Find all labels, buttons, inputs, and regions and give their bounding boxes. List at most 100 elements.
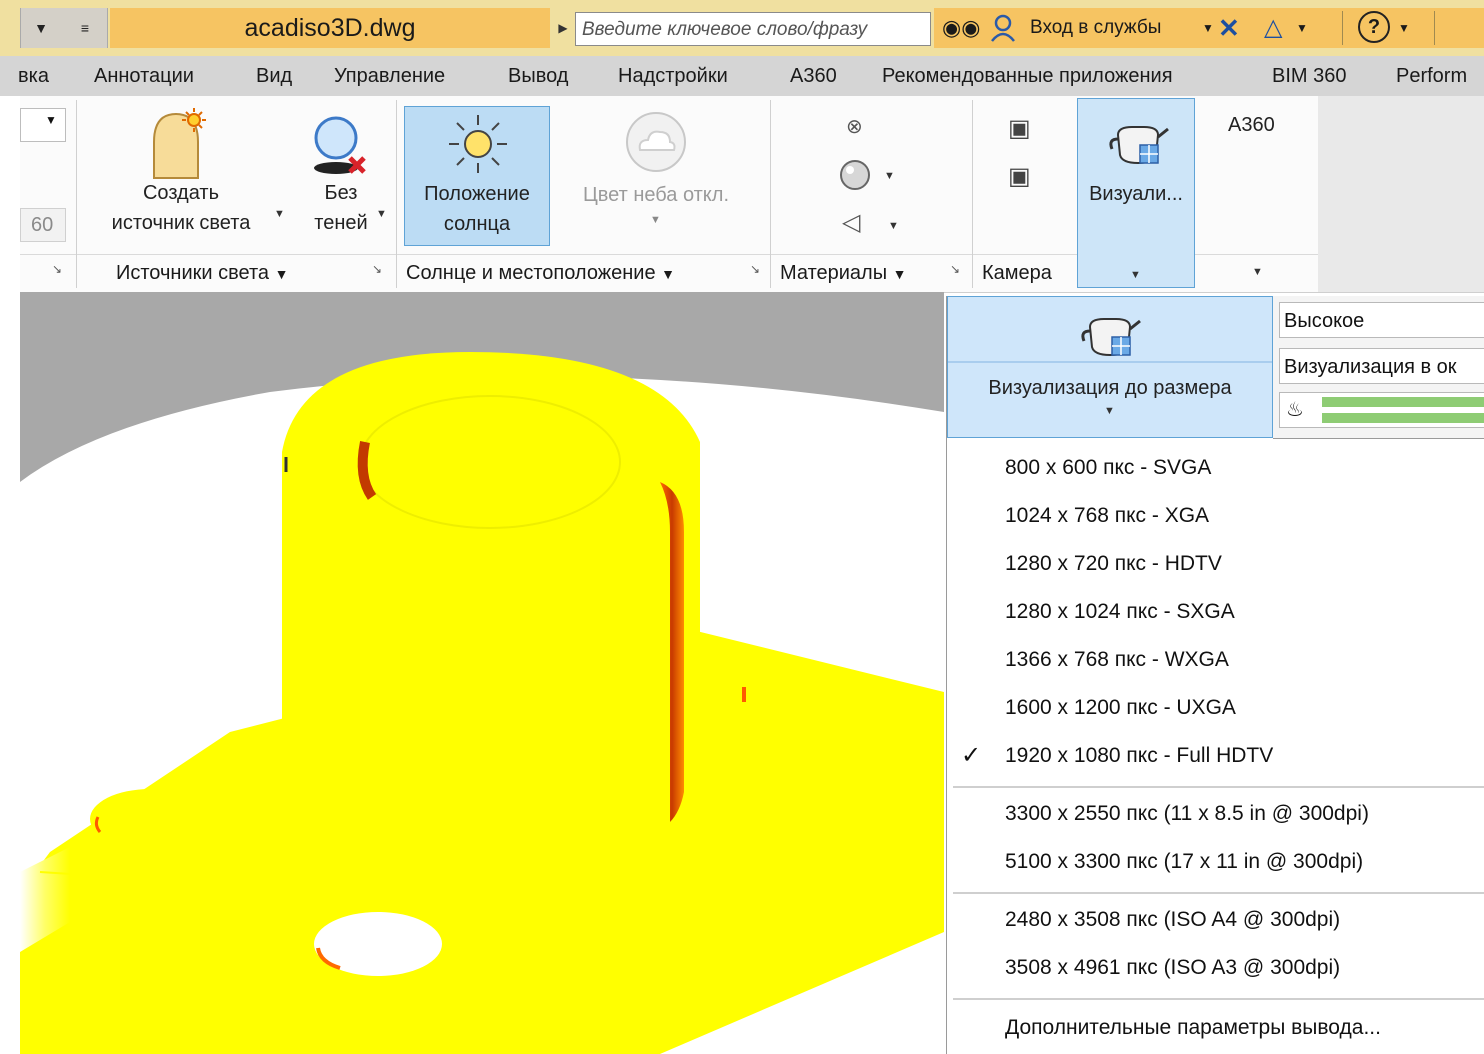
ribbon: ▼ 60 ↘ Создать источник света ▼ Без тене…: [20, 96, 1484, 293]
model-3d-render: [20, 292, 944, 1054]
ribbon-tab-bar: вка Аннотации Вид Управление Вывод Надст…: [0, 56, 1484, 96]
size-option-full-hdtv[interactable]: 1920 x 1080 пкс - Full HDTV: [947, 732, 1484, 780]
size-option-hdtv[interactable]: 1280 x 720 пкс - HDTV: [947, 540, 1484, 588]
no-shadows-dropdown-icon[interactable]: ▼: [376, 208, 387, 220]
sun-location-panel-title[interactable]: Солнце и местоположение ▼: [406, 256, 675, 290]
menu-separator: [953, 998, 1484, 1000]
a360-panel-dropdown-icon[interactable]: ▼: [1252, 266, 1263, 278]
render-panel-button[interactable]: Визуали... ▼: [1077, 98, 1195, 288]
ribbon-empty-area: [1318, 96, 1484, 292]
customize-quick-access-icon[interactable]: ≡: [65, 8, 105, 48]
tab-a360[interactable]: A360: [790, 56, 837, 96]
render-preset-teapot-icon[interactable]: ♨: [1286, 397, 1304, 422]
size-option-wxga[interactable]: 1366 x 768 пкс - WXGA: [947, 636, 1484, 684]
material-sphere-icon: [840, 160, 870, 190]
quick-access-toolbar: ▼ ≡: [20, 8, 108, 48]
combo-arrow-icon: ▼: [45, 113, 57, 127]
sky-off-dropdown-icon[interactable]: ▼: [650, 214, 661, 226]
render-size-dropdown: Визуализация до размера ▼ Высокое Визуал…: [946, 296, 1484, 1054]
no-shadows-button[interactable]: Без теней ▼: [296, 102, 387, 246]
tab-view[interactable]: Вид: [256, 56, 292, 96]
render-options: Высокое Визуализация в ок ♨: [1273, 296, 1484, 439]
document-title: acadiso3D.dwg: [110, 8, 550, 48]
render-to-size-button[interactable]: Визуализация до размера ▼: [947, 296, 1273, 438]
size-option-xga[interactable]: 1024 x 768 пкс - XGA: [947, 492, 1484, 540]
sign-in-button[interactable]: Вход в службы: [1030, 8, 1161, 48]
binoculars-search-icon[interactable]: ◉◉: [942, 8, 980, 48]
help-dropdown-icon[interactable]: ▼: [1398, 8, 1410, 48]
teapot-render-icon: [1081, 318, 1141, 357]
left-lug: [90, 789, 210, 849]
dropdown-arrow-icon[interactable]: ▼: [21, 8, 61, 48]
panel-launcher-icon[interactable]: ↘: [52, 262, 62, 276]
more-output-settings[interactable]: Дополнительные параметры вывода...: [947, 1004, 1484, 1052]
tab-featured-apps[interactable]: Рекомендованные приложения: [882, 56, 1173, 96]
sky-off-label: Цвет неба откл.: [582, 184, 730, 206]
size-option-iso-a4[interactable]: 2480 x 3508 пкс (ISO A4 @ 300dpi): [947, 896, 1484, 944]
panel-title-divider: [20, 254, 1484, 255]
camera-panel-title[interactable]: Камера: [982, 256, 1052, 290]
render-location-select[interactable]: Визуализация в ок: [1279, 348, 1484, 384]
a360-triangle-icon[interactable]: △: [1264, 8, 1282, 48]
tab-manage[interactable]: Управление: [334, 56, 445, 96]
exchange-apps-icon[interactable]: ✕: [1218, 8, 1240, 48]
search-input[interactable]: Введите ключевое слово/фразу: [575, 12, 931, 46]
material-mapping-icon[interactable]: ◁: [842, 208, 860, 237]
size-option-tabloid[interactable]: 5100 x 3300 пкс (17 x 11 in @ 300dpi): [947, 838, 1484, 886]
materials-panel-launcher-icon[interactable]: ↘: [950, 262, 960, 276]
left-combo[interactable]: ▼: [20, 108, 66, 142]
panel-separator: [396, 100, 397, 288]
size-option-uxga[interactable]: 1600 x 1200 пкс - UXGA: [947, 684, 1484, 732]
no-shadows-label-1: Без: [324, 182, 358, 204]
a360-dropdown-icon[interactable]: ▼: [1296, 8, 1308, 48]
render-to-size-dropdown-icon[interactable]: ▼: [1104, 405, 1115, 417]
panel-separator: [76, 100, 77, 288]
render-to-size-label: Визуализация до размера: [988, 377, 1232, 399]
sun-panel-launcher-icon[interactable]: ↘: [750, 262, 760, 276]
create-light-label-2: источник света: [111, 212, 251, 234]
material-sphere-button[interactable]: [838, 158, 878, 198]
no-shadows-label-2: теней: [314, 212, 368, 234]
camera-glyphs-icon[interactable]: ▣: [1008, 162, 1031, 191]
materials-panel-title[interactable]: Материалы ▼: [780, 256, 907, 290]
tab-addins[interactable]: Надстройки: [618, 56, 728, 96]
progress-bar-2: [1322, 413, 1484, 423]
bore-opening: [359, 395, 621, 529]
sign-in-dropdown-icon[interactable]: ▼: [1202, 8, 1214, 48]
a360-label: A360: [1228, 114, 1275, 136]
create-camera-icon[interactable]: ▣: [1008, 114, 1031, 143]
render-dropdown-icon[interactable]: ▼: [1130, 269, 1141, 281]
drawing-viewport[interactable]: [20, 292, 944, 1054]
render-quality-select[interactable]: Высокое: [1279, 302, 1484, 338]
tab-bim360[interactable]: BIM 360: [1272, 56, 1346, 96]
material-sphere-dropdown-icon[interactable]: ▼: [884, 170, 895, 182]
material-mapping-dropdown-icon[interactable]: ▼: [888, 220, 899, 232]
materials-browser-icon[interactable]: ⊗: [846, 114, 863, 139]
lights-panel-title[interactable]: Источники света ▼: [116, 256, 288, 290]
size-option-svga[interactable]: 800 x 600 пкс - SVGA: [947, 444, 1484, 492]
sky-off-button[interactable]: Цвет неба откл. ▼: [566, 106, 746, 246]
sky-cloud-icon: [626, 112, 686, 172]
menu-separator: [953, 786, 1484, 788]
tab-insert[interactable]: вка: [18, 56, 49, 96]
title-right-toolbar: ◉◉ Вход в службы ▼ ✕ △ ▼ ? ▼: [934, 8, 1484, 48]
render-progress: ♨: [1279, 392, 1484, 428]
create-light-button[interactable]: Создать источник света ▼: [96, 102, 285, 246]
left-value-field[interactable]: 60: [20, 208, 66, 242]
sun-status-button[interactable]: Положение солнца: [404, 106, 550, 246]
search-expand-icon[interactable]: ▶: [552, 12, 574, 44]
size-option-sxga[interactable]: 1280 x 1024 пкс - SXGA: [947, 588, 1484, 636]
create-light-dropdown-icon[interactable]: ▼: [274, 208, 285, 220]
help-icon[interactable]: ?: [1358, 8, 1390, 48]
tab-output[interactable]: Вывод: [508, 56, 568, 96]
toolbar-divider: [1342, 11, 1343, 45]
user-icon[interactable]: [990, 8, 1016, 48]
tab-annotate[interactable]: Аннотации: [94, 56, 194, 96]
size-option-letter[interactable]: 3300 x 2550 пкс (11 x 8.5 in @ 300dpi): [947, 790, 1484, 838]
lights-panel-launcher-icon[interactable]: ↘: [372, 262, 382, 276]
panel-separator: [972, 100, 973, 288]
tab-performance[interactable]: Perform: [1396, 56, 1467, 96]
sun-status-label-2: солнца: [443, 213, 511, 235]
size-option-iso-a3[interactable]: 3508 x 4961 пкс (ISO A3 @ 300dpi): [947, 944, 1484, 992]
sun-status-label-1: Положение: [424, 183, 530, 205]
